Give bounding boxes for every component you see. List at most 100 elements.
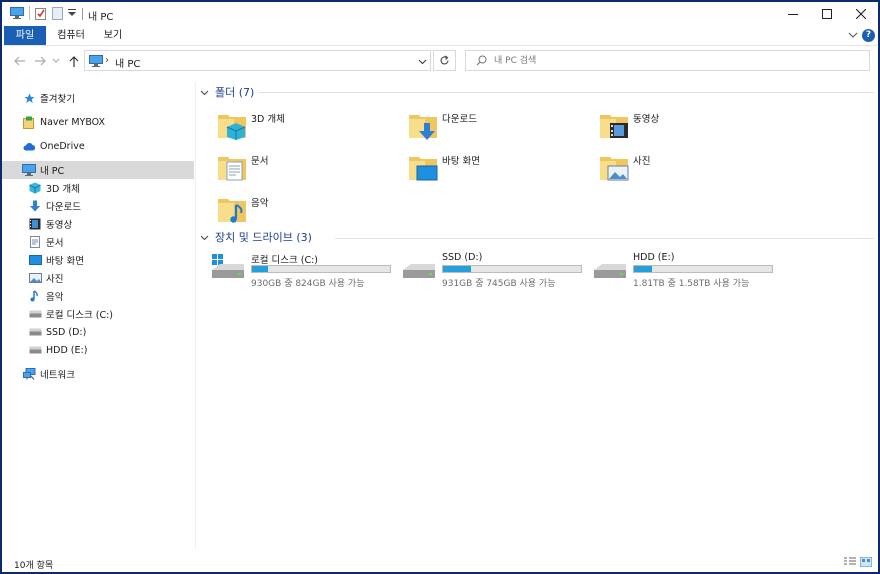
folder-desktop[interactable]: 바탕 화면 [391, 148, 571, 184]
sidebar-item-videos[interactable]: 동영상 [2, 215, 194, 233]
help-icon[interactable]: ? [862, 29, 875, 42]
drive-local-disk-c[interactable]: 로컬 디스크 (C:) 930GB 중 824GB 사용 가능 [200, 252, 391, 289]
folder-videos[interactable]: 동영상 [582, 106, 762, 142]
sidebar-item-pictures[interactable]: 사진 [2, 269, 194, 287]
tab-file[interactable]: 파일 [4, 26, 46, 45]
drive-icon [592, 254, 626, 284]
properties-icon[interactable] [35, 7, 47, 23]
back-button[interactable] [12, 54, 26, 68]
minimize-button[interactable] [776, 2, 810, 26]
up-button[interactable] [67, 54, 81, 68]
sidebar-item-label: 음악 [46, 292, 64, 303]
chevron-down-icon[interactable] [200, 86, 209, 99]
mybox-icon [22, 115, 36, 129]
sidebar-item-ssd-d[interactable]: SSD (D:) [2, 323, 194, 341]
chevron-down-icon[interactable] [200, 231, 209, 244]
sidebar-item-label: 동영상 [46, 220, 73, 231]
sidebar-item-onedrive[interactable]: OneDrive [2, 137, 194, 155]
drive-usage-bar [251, 265, 391, 273]
drive-icon [28, 325, 42, 339]
drives-group-title: 장치 및 드라이브 (3) [215, 231, 312, 244]
sidebar-item-quick-access[interactable]: 즐겨찾기 [2, 89, 194, 107]
sidebar-item-label: 3D 개체 [46, 184, 80, 195]
cube-folder-icon [216, 109, 248, 141]
sidebar-item-music[interactable]: 음악 [2, 287, 194, 305]
drive-free-space: 930GB 중 824GB 사용 가능 [251, 279, 365, 289]
computer-icon [22, 163, 36, 177]
folder-label: 음악 [251, 198, 269, 209]
sidebar-item-label: HDD (E:) [46, 344, 88, 356]
drive-icon [28, 343, 42, 357]
address-bar[interactable]: › 내 PC [84, 50, 431, 71]
picture-icon [28, 271, 42, 285]
download-folder-icon [407, 109, 439, 141]
drive-usage-fill [252, 266, 268, 272]
desktop-folder-icon [407, 151, 439, 183]
music-folder-icon [216, 193, 248, 225]
details-view-icon[interactable] [844, 557, 856, 567]
drives-group-header[interactable]: 장치 및 드라이브 (3) [200, 229, 312, 245]
search-input[interactable] [494, 53, 854, 68]
computer-icon [10, 7, 24, 22]
folder-3d-objects[interactable]: 3D 개체 [200, 106, 380, 142]
recent-locations-button[interactable] [51, 54, 61, 68]
expand-ribbon-icon[interactable] [848, 30, 858, 43]
sidebar-item-hdd-e[interactable]: HDD (E:) [2, 341, 194, 359]
document-folder-icon [216, 151, 248, 183]
drive-ssd-d[interactable]: SSD (D:) 931GB 중 745GB 사용 가능 [391, 252, 582, 289]
sidebar-item-label: 내 PC [40, 166, 65, 177]
address-path[interactable]: 내 PC [115, 55, 140, 70]
picture-folder-icon [598, 151, 630, 183]
drive-name: SSD (D:) [442, 252, 483, 263]
sidebar-item-label: Naver MYBOX [40, 116, 106, 128]
breadcrumb-chevron-icon[interactable]: › [105, 55, 109, 66]
large-icons-view-icon[interactable] [859, 556, 873, 568]
folders-group-header[interactable]: 폴더 (7) [200, 84, 254, 100]
sidebar-item-this-pc[interactable]: 내 PC [2, 161, 194, 179]
new-folder-icon[interactable] [52, 7, 64, 23]
network-icon [22, 367, 36, 381]
group-divider [258, 92, 874, 93]
forward-button[interactable] [33, 54, 47, 68]
customize-toolbar-icon[interactable] [68, 9, 76, 20]
folder-documents[interactable]: 문서 [200, 148, 380, 184]
sidebar-item-network[interactable]: 네트워크 [2, 365, 194, 383]
sidebar-item-downloads[interactable]: 다운로드 [2, 197, 194, 215]
search-box[interactable] [465, 50, 870, 71]
close-button[interactable] [844, 2, 878, 26]
video-folder-icon [598, 109, 630, 141]
folder-label: 동영상 [633, 114, 660, 125]
group-divider [335, 238, 874, 239]
windows-drive-icon [210, 254, 244, 284]
tab-view[interactable]: 보기 [98, 26, 128, 45]
window-title: 내 PC [88, 12, 114, 23]
navigation-bar: › 내 PC [2, 46, 878, 76]
sidebar-item-label: 바탕 화면 [46, 256, 84, 267]
drive-free-space: 931GB 중 745GB 사용 가능 [442, 279, 556, 289]
tab-computer[interactable]: 컴퓨터 [52, 26, 90, 45]
folder-pictures[interactable]: 사진 [582, 148, 762, 184]
address-dropdown-icon[interactable] [418, 57, 427, 68]
sidebar-item-desktop[interactable]: 바탕 화면 [2, 251, 194, 269]
sidebar-item-local-disk-c[interactable]: 로컬 디스크 (C:) [2, 305, 194, 323]
title-separator [82, 8, 83, 20]
sidebar-item-label: 네트워크 [40, 370, 75, 381]
sidebar-item-3d-objects[interactable]: 3D 개체 [2, 179, 194, 197]
folder-music[interactable]: 음악 [200, 190, 380, 226]
maximize-button[interactable] [810, 2, 844, 26]
drive-icon [401, 254, 435, 284]
folder-downloads[interactable]: 다운로드 [391, 106, 571, 142]
item-count: 10개 항목 [14, 561, 54, 571]
refresh-button[interactable] [433, 50, 456, 71]
sidebar-item-documents[interactable]: 문서 [2, 233, 194, 251]
sidebar-item-label: 로컬 디스크 (C:) [46, 310, 113, 321]
folder-label: 3D 개체 [251, 114, 285, 125]
content-area: 폴더 (7) 3D 개체 다운로드 동영상 문서 바탕 화면 사진 음악 장치 … [200, 82, 875, 549]
document-icon [28, 235, 42, 249]
title-bar: 내 PC [2, 2, 878, 26]
folder-label: 문서 [251, 156, 269, 167]
sidebar-item-naver-mybox[interactable]: Naver MYBOX [2, 113, 194, 131]
sidebar-item-label: 다운로드 [46, 202, 81, 213]
sidebar-item-label: 문서 [46, 238, 64, 249]
drive-hdd-e[interactable]: HDD (E:) 1.81TB 중 1.58TB 사용 가능 [582, 252, 773, 289]
